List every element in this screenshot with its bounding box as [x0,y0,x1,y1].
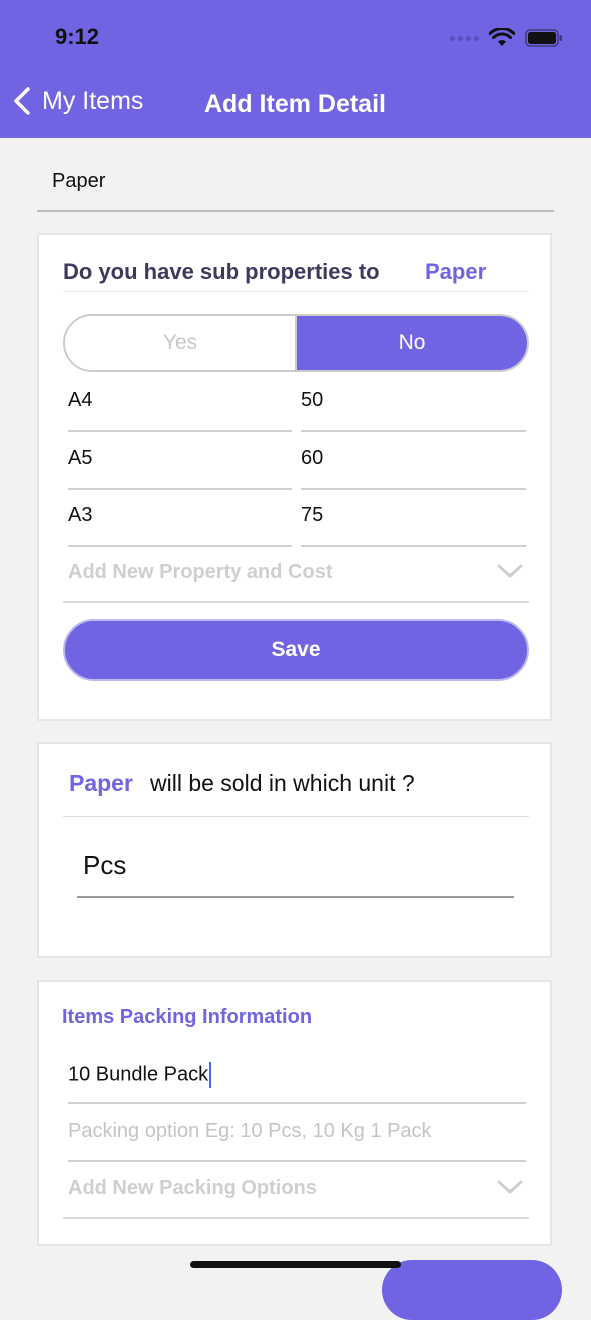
sub-properties-question: Do you have sub properties to Paper [63,259,529,292]
item-name-value: Paper [52,170,106,192]
save-button[interactable]: Save [63,619,529,681]
battery-icon [525,29,562,47]
property-name-field[interactable]: A3 [68,491,292,547]
wifi-icon [489,28,515,46]
property-cost-field[interactable]: 75 [301,491,526,547]
packing-value-field[interactable]: 10 Bundle Pack [68,1048,526,1104]
chevron-left-icon [14,87,30,115]
unit-question-text: will be sold in which unit ? [150,770,415,796]
sub-properties-toggle: Yes No [63,314,529,372]
sub-properties-item-name: Paper [425,259,487,284]
property-cost-field[interactable]: 60 [301,434,526,490]
status-time: 9:12 [55,24,100,49]
sub-properties-question-text: Do you have sub properties to [63,259,380,284]
next-button[interactable] [382,1260,562,1320]
signal-icon [450,35,479,41]
unit-field[interactable]: Pcs [77,834,514,898]
text-cursor [209,1062,212,1088]
add-packing-dropdown[interactable]: Add New Packing Options [63,1163,529,1219]
property-row: A3 75 [68,491,526,547]
sub-properties-card: Do you have sub properties to Paper Yes … [37,233,552,721]
property-cost-field[interactable]: 50 [301,376,526,432]
unit-card: Paper will be sold in which unit ? Pcs [37,742,552,958]
app-header: 9:12 My Items Add Item Detail [0,0,591,138]
packing-title: Items Packing Information [62,1006,313,1028]
packing-card: Items Packing Information 10 Bundle Pack… [37,980,552,1246]
add-packing-label: Add New Packing Options [68,1177,317,1199]
property-row: A5 60 [68,434,526,490]
item-name-field[interactable]: Paper [37,160,554,212]
packing-value: 10 Bundle Pack [68,1063,209,1086]
packing-option-input[interactable]: Packing option Eg: 10 Pcs, 10 Kg 1 Pack [68,1106,526,1162]
home-indicator [190,1261,401,1268]
unit-value: Pcs [83,850,127,880]
packing-option-placeholder: Packing option Eg: 10 Pcs, 10 Kg 1 Pack [68,1120,432,1142]
back-button[interactable]: My Items [12,86,143,116]
add-property-label: Add New Property and Cost [68,561,333,583]
unit-item-name: Paper [69,770,133,796]
toggle-yes[interactable]: Yes [65,316,295,370]
property-name-field[interactable]: A5 [68,434,292,490]
status-icons [450,28,563,48]
add-property-dropdown[interactable]: Add New Property and Cost [63,547,529,603]
chevron-down-icon [497,1180,523,1194]
property-row: A4 50 [68,376,526,432]
unit-question: Paper will be sold in which unit ? [63,768,529,817]
back-label: My Items [42,86,144,115]
toggle-no[interactable]: No [295,316,527,370]
property-name-field[interactable]: A4 [68,376,292,432]
chevron-down-icon [497,564,523,578]
page-title: Add Item Detail [204,90,386,118]
